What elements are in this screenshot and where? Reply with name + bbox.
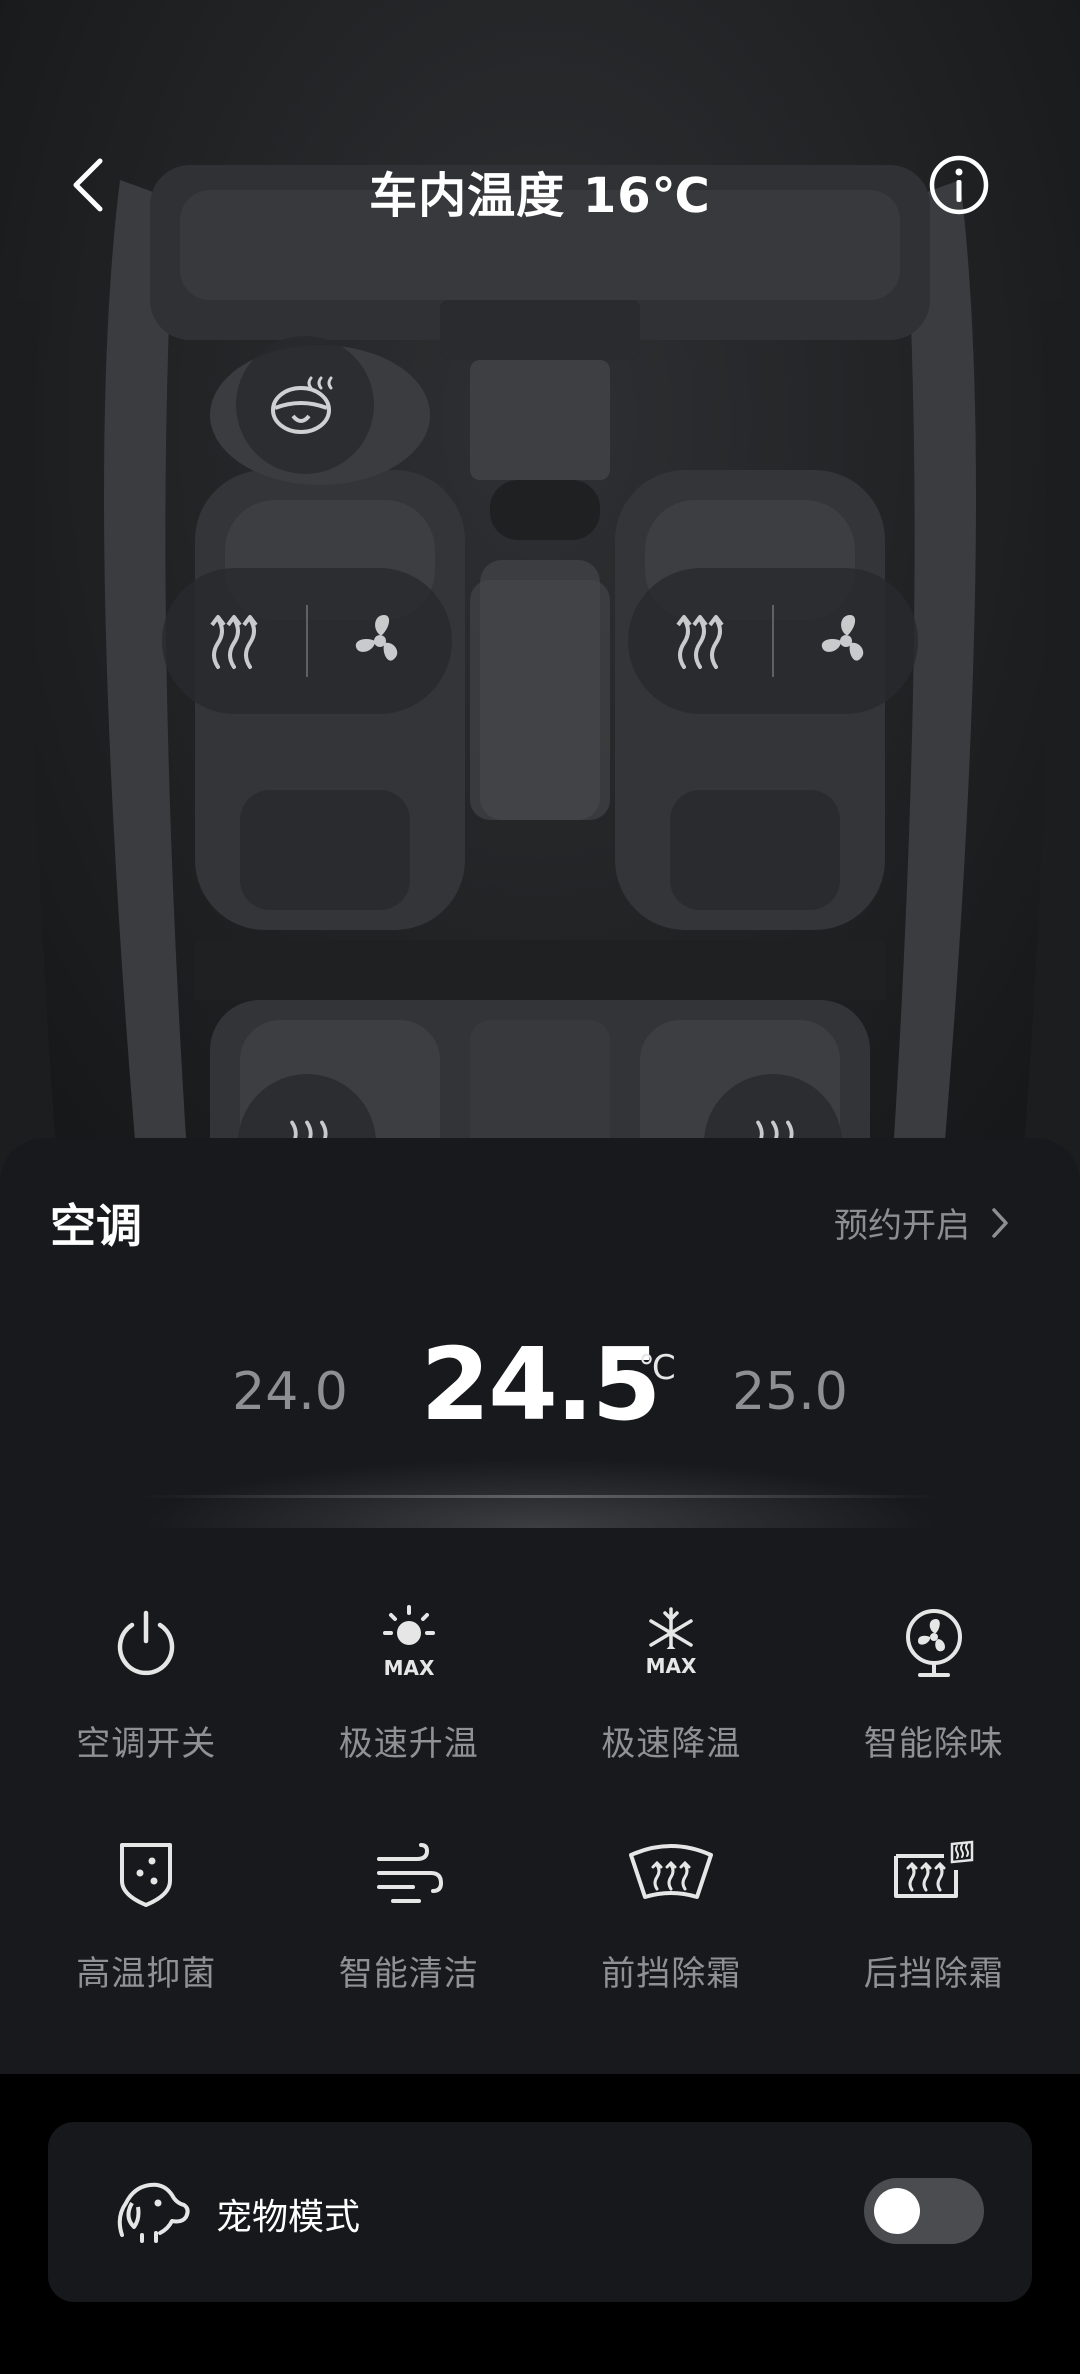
chevron-left-icon	[73, 158, 103, 212]
temperature-option-lower[interactable]: 24.0	[180, 1362, 400, 1422]
function-label: 智能清洁	[338, 1954, 479, 1994]
app-root: 车内温度 16℃ 空调 预约开启 24.0 24.5 ℃ 25.0 空调开关 M…	[0, 0, 1080, 2374]
passenger-seat-fan-button[interactable]	[774, 568, 918, 714]
pet-mode-card: 宠物模式	[48, 2122, 1032, 2302]
wind-icon	[376, 1843, 443, 1903]
function-label: 极速降温	[601, 1724, 742, 1764]
passenger-seat-heat-button[interactable]	[628, 568, 772, 714]
temperature-underline	[140, 1495, 940, 1498]
dog-icon	[117, 2182, 190, 2243]
driver-seat-controls	[162, 568, 452, 714]
toggle-knob	[874, 2188, 920, 2234]
function-label: 空调开关	[76, 1724, 217, 1764]
function-label: 高温抑菌	[76, 1954, 217, 1994]
function-label: 前挡除霜	[601, 1954, 742, 1994]
seat-fan-icon	[821, 615, 864, 661]
page-title: 车内温度 16℃	[369, 168, 711, 224]
schedule-label: 预约开启	[834, 1206, 970, 1246]
ac-power-button[interactable]: 空调开关	[15, 1598, 278, 1828]
smart-deodorize-button[interactable]: 智能除味	[803, 1598, 1066, 1828]
temperature-unit: ℃	[638, 1348, 677, 1388]
temperature-glow	[140, 1458, 940, 1528]
driver-seat-heat-button[interactable]	[162, 568, 306, 714]
front-defrost-icon	[629, 1844, 714, 1899]
car-interior-view: 车内温度 16℃	[0, 0, 1080, 1200]
function-label: 智能除味	[863, 1724, 1004, 1764]
seat-fan-icon	[355, 615, 398, 661]
fan-icon	[905, 1609, 962, 1677]
rapid-cool-button[interactable]: MAX 极速降温	[540, 1598, 803, 1828]
high-temp-sterilize-button[interactable]: 高温抑菌	[15, 1828, 278, 2058]
sun-max-icon: MAX	[382, 1605, 435, 1680]
info-circle-icon	[929, 155, 989, 215]
top-bar: 车内温度 16℃	[0, 130, 1080, 240]
function-label: 后挡除霜	[863, 1954, 1004, 1994]
temperature-option-higher[interactable]: 25.0	[680, 1362, 900, 1422]
rear-defrost-icon	[893, 1840, 973, 1898]
seat-heat-icon	[676, 615, 724, 669]
snowflake-max-icon: MAX	[646, 1607, 697, 1678]
svg-text:MAX: MAX	[383, 1656, 434, 1680]
power-icon	[118, 1610, 175, 1676]
pet-mode-toggle[interactable]	[864, 2178, 984, 2244]
ac-function-grid: 空调开关 MAX 极速升温 MAX 极速降温 智能除味 高温抑菌 智能清洁 前挡…	[15, 1598, 1065, 2058]
chevron-right-icon	[992, 1207, 1008, 1238]
front-passenger-seat-controls	[628, 568, 918, 714]
back-button[interactable]	[58, 150, 118, 220]
smart-clean-button[interactable]: 智能清洁	[278, 1828, 541, 2058]
info-button[interactable]	[928, 154, 990, 216]
svg-text:MAX: MAX	[646, 1654, 697, 1678]
function-label: 极速升温	[338, 1724, 479, 1764]
seat-heat-icon	[210, 615, 258, 669]
temperature-current[interactable]: 24.5	[420, 1326, 662, 1443]
shield-dots-icon	[120, 1843, 173, 1907]
rear-defrost-button[interactable]: 后挡除霜	[803, 1828, 1066, 2058]
pet-mode-label: 宠物模式	[216, 2197, 361, 2238]
front-defrost-button[interactable]: 前挡除霜	[540, 1828, 803, 2058]
steering-wheel-heat-button[interactable]	[236, 336, 374, 474]
rapid-heat-button[interactable]: MAX 极速升温	[278, 1598, 541, 1828]
ac-panel: 空调 预约开启 24.0 24.5 ℃ 25.0 空调开关 MAX 极速升温 M…	[0, 1138, 1080, 2074]
driver-seat-fan-button[interactable]	[308, 568, 452, 714]
pet-icon-wrapper	[104, 2164, 200, 2260]
steering-wheel-heat-icon	[271, 376, 333, 434]
schedule-start-link[interactable]: 预约开启	[834, 1198, 1010, 1247]
section-title: 空调	[50, 1199, 142, 1253]
